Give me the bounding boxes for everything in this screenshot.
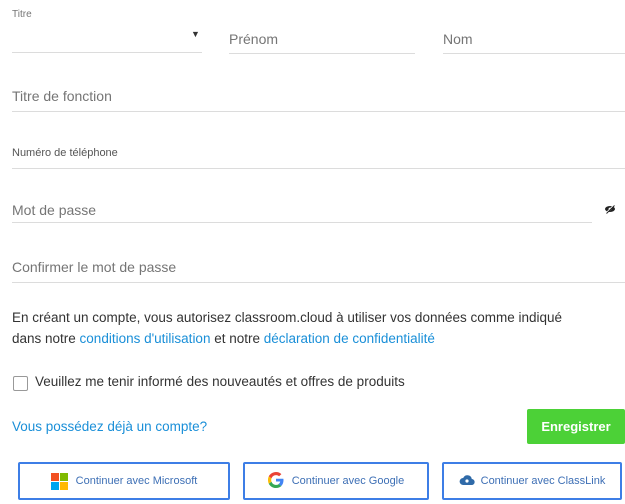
terms-line-2: dans notre conditions d'utilisation et n… <box>12 328 624 349</box>
microsoft-logo-icon <box>50 472 68 490</box>
microsoft-button-label: Continuer avec Microsoft <box>75 475 198 487</box>
classlink-button-label: Continuer avec ClassLink <box>480 475 606 487</box>
phone-underline <box>12 168 625 169</box>
classlink-cloud-icon <box>459 474 475 489</box>
login-link[interactable]: Vous possédez déjà un compte? <box>12 419 207 434</box>
continue-with-microsoft-button[interactable]: Continuer avec Microsoft <box>18 462 230 500</box>
terms-prefix: dans notre <box>12 331 80 346</box>
newsletter-label: Veuillez me tenir informé des nouveautés… <box>35 374 405 389</box>
last-name-underline <box>443 53 625 54</box>
title-underline <box>12 52 202 53</box>
terms-text: En créant un compte, vous autorisez clas… <box>12 307 624 349</box>
chevron-down-icon: ▼ <box>191 29 200 39</box>
privacy-statement-link[interactable]: déclaration de confidentialité <box>264 331 435 346</box>
job-title-placeholder: Titre de fonction <box>12 88 112 104</box>
password-underline <box>12 222 592 223</box>
terms-of-use-link[interactable]: conditions d'utilisation <box>80 331 211 346</box>
last-name-placeholder: Nom <box>443 31 473 47</box>
continue-with-classlink-button[interactable]: Continuer avec ClassLink <box>442 462 622 500</box>
newsletter-checkbox[interactable] <box>13 376 28 391</box>
password-placeholder: Mot de passe <box>12 202 97 218</box>
confirm-password-underline <box>12 282 625 283</box>
confirm-password-placeholder: Confirmer le mot de passe <box>12 259 177 275</box>
job-title-underline <box>12 111 625 112</box>
terms-line-1: En créant un compte, vous autorisez clas… <box>12 310 563 325</box>
google-button-label: Continuer avec Google <box>291 475 405 487</box>
continue-with-google-button[interactable]: Continuer avec Google <box>243 462 429 500</box>
register-button[interactable]: Enregistrer <box>527 409 625 444</box>
first-name-underline <box>229 53 415 54</box>
phone-label: Numéro de téléphone <box>12 147 118 159</box>
eye-slash-icon[interactable] <box>604 201 616 214</box>
first-name-placeholder: Prénom <box>229 31 279 47</box>
google-logo-icon <box>267 471 284 491</box>
title-label: Titre <box>12 9 32 20</box>
terms-middle: et notre <box>210 331 264 346</box>
